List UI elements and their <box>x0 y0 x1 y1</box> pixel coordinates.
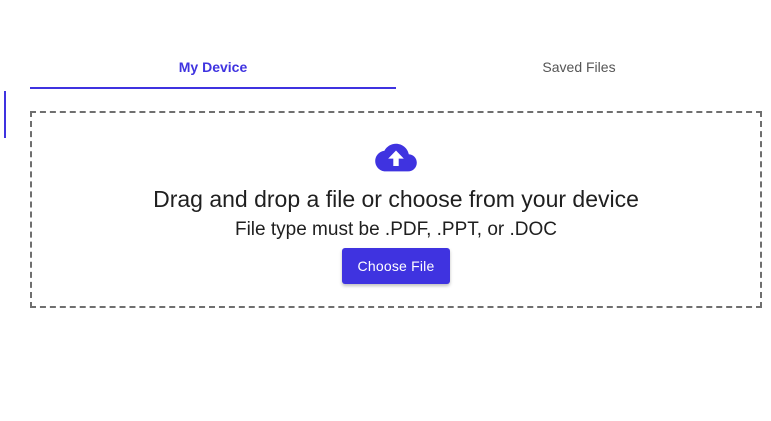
source-tabs: My Device Saved Files <box>30 48 762 89</box>
focus-indicator <box>4 91 6 138</box>
dropzone-heading: Drag and drop a file or choose from your… <box>153 186 639 212</box>
upload-page: My Device Saved Files Drag and drop a fi… <box>0 0 771 421</box>
tab-my-device-label: My Device <box>178 59 248 75</box>
tab-my-device[interactable]: My Device <box>30 48 396 89</box>
file-type-hint: File type must be .PDF, .PPT, or .DOC <box>234 219 558 240</box>
file-dropzone[interactable]: Drag and drop a file or choose from your… <box>30 111 762 308</box>
choose-file-button[interactable]: Choose File <box>341 248 451 284</box>
cloud-upload-icon <box>375 143 417 172</box>
tab-saved-files-label: Saved Files <box>542 59 616 75</box>
tab-saved-files[interactable]: Saved Files <box>396 48 762 88</box>
